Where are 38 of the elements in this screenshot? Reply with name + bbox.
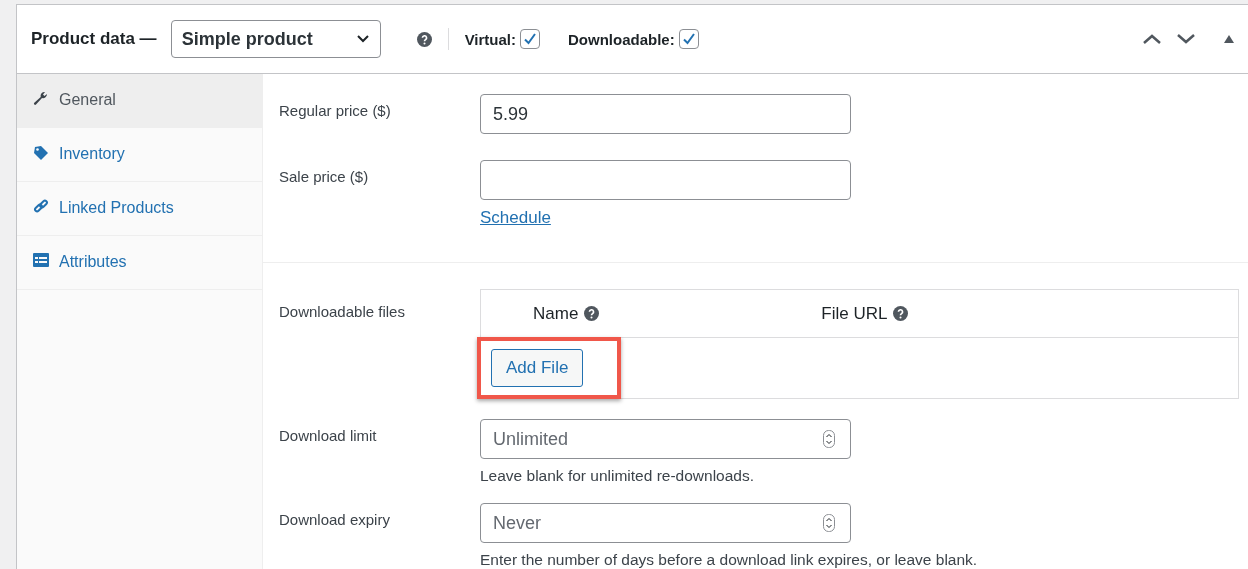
chevron-down-icon[interactable] <box>1176 33 1196 45</box>
collapse-triangle-icon[interactable] <box>1224 35 1234 43</box>
panel-title: Product data — <box>31 29 157 49</box>
chevron-up-icon[interactable] <box>1142 33 1162 45</box>
field-label: Downloadable files <box>279 302 406 322</box>
price-input[interactable]: 5.99 <box>480 94 851 134</box>
option-label: Downloadable: <box>568 30 675 48</box>
option-label: Virtual: <box>464 30 517 48</box>
wrench-icon <box>33 91 49 107</box>
list-icon <box>33 253 49 267</box>
field-hint: Leave blank for unlimited re-downloads. <box>480 467 755 485</box>
stepper-icon[interactable] <box>823 430 835 448</box>
stepper-icon[interactable] <box>823 514 835 532</box>
field-hint: Enter the number of days before a download link expires, or leave blank. <box>480 551 978 569</box>
add-file-button[interactable]: Add File <box>491 349 584 387</box>
column-header: Name <box>533 303 579 324</box>
help-icon[interactable] <box>416 31 432 47</box>
field-label: Download expiry <box>279 510 391 530</box>
tag-icon <box>33 145 49 161</box>
field-label: Sale price ($) <box>279 167 370 187</box>
field-label: Download limit <box>279 426 378 446</box>
help-icon[interactable] <box>893 306 909 321</box>
sidebar-tab[interactable]: Attributes <box>17 236 262 290</box>
field-label: Regular price ($) <box>279 101 392 121</box>
help-icon[interactable] <box>584 306 600 321</box>
checkbox[interactable] <box>678 29 699 49</box>
number-input[interactable]: Unlimited <box>480 419 851 459</box>
schedule-link[interactable]: Schedule <box>480 208 851 228</box>
sidebar-tab[interactable]: Inventory <box>17 128 262 182</box>
number-input[interactable]: Never <box>480 503 851 543</box>
sidebar-tab[interactable]: General <box>17 74 262 128</box>
column-header: File URL <box>821 303 888 324</box>
price-input[interactable] <box>480 160 851 200</box>
link-icon <box>33 199 49 215</box>
product-type-select[interactable]: Simple product <box>170 20 381 58</box>
checkbox[interactable] <box>520 29 541 49</box>
chevron-down-icon <box>355 34 370 44</box>
sidebar-tab[interactable]: Linked Products <box>17 182 262 236</box>
